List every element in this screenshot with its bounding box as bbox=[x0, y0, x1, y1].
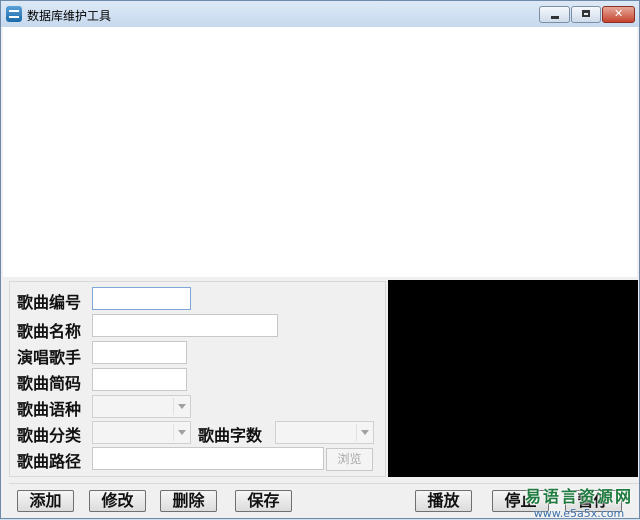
song-id-input[interactable] bbox=[92, 287, 191, 310]
chevron-down-icon bbox=[361, 430, 369, 435]
category-label: 歌曲分类 bbox=[17, 426, 82, 445]
category-select-divider bbox=[173, 424, 174, 441]
window-title: 数据库维护工具 bbox=[27, 9, 112, 23]
delete-button[interactable]: 删除 bbox=[160, 490, 217, 512]
song-id-label: 歌曲编号 bbox=[17, 293, 82, 312]
watermark: 易语言资源网 www.e5a5x.com bbox=[525, 483, 633, 520]
minimize-button[interactable] bbox=[539, 6, 570, 23]
short-code-input[interactable] bbox=[92, 368, 187, 391]
play-button[interactable]: 播放 bbox=[415, 490, 472, 512]
save-button[interactable]: 保存 bbox=[235, 490, 292, 512]
char-count-label: 歌曲字数 bbox=[198, 426, 263, 445]
path-label: 歌曲路径 bbox=[17, 452, 82, 471]
watermark-name: 易语言资源网 bbox=[524, 487, 633, 506]
char-count-select-divider bbox=[356, 424, 357, 441]
short-code-label: 歌曲简码 bbox=[17, 374, 82, 393]
language-select-divider bbox=[173, 398, 174, 415]
video-preview bbox=[388, 280, 638, 477]
language-select[interactable] bbox=[92, 395, 191, 418]
song-form-panel: 歌曲编号 歌曲名称 演唱歌手 歌曲简码 歌曲语种 歌曲分类 歌曲字数 歌曲路径 … bbox=[9, 281, 386, 477]
add-button[interactable]: 添加 bbox=[17, 490, 74, 512]
singer-input[interactable] bbox=[92, 341, 187, 364]
song-name-input[interactable] bbox=[92, 314, 278, 337]
browse-button[interactable]: 浏览 bbox=[326, 448, 373, 471]
singer-label: 演唱歌手 bbox=[17, 348, 82, 367]
close-button[interactable] bbox=[602, 6, 635, 23]
language-label: 歌曲语种 bbox=[17, 400, 82, 419]
char-count-select[interactable] bbox=[275, 421, 374, 444]
main-window: 数据库维护工具 歌曲编号 歌曲名称 演唱歌手 歌曲简码 歌曲语种 歌曲分类 歌曲… bbox=[0, 0, 640, 520]
chevron-down-icon bbox=[178, 430, 186, 435]
category-select[interactable] bbox=[92, 421, 191, 444]
maximize-button[interactable] bbox=[571, 6, 601, 23]
watermark-url: www.e5a5x.com bbox=[533, 507, 625, 520]
edit-button[interactable]: 修改 bbox=[89, 490, 146, 512]
song-name-label: 歌曲名称 bbox=[17, 322, 82, 341]
path-input[interactable] bbox=[92, 447, 324, 470]
app-icon bbox=[6, 6, 22, 22]
song-list-area[interactable] bbox=[3, 27, 637, 277]
title-bar[interactable]: 数据库维护工具 bbox=[1, 1, 639, 27]
chevron-down-icon bbox=[178, 404, 186, 409]
